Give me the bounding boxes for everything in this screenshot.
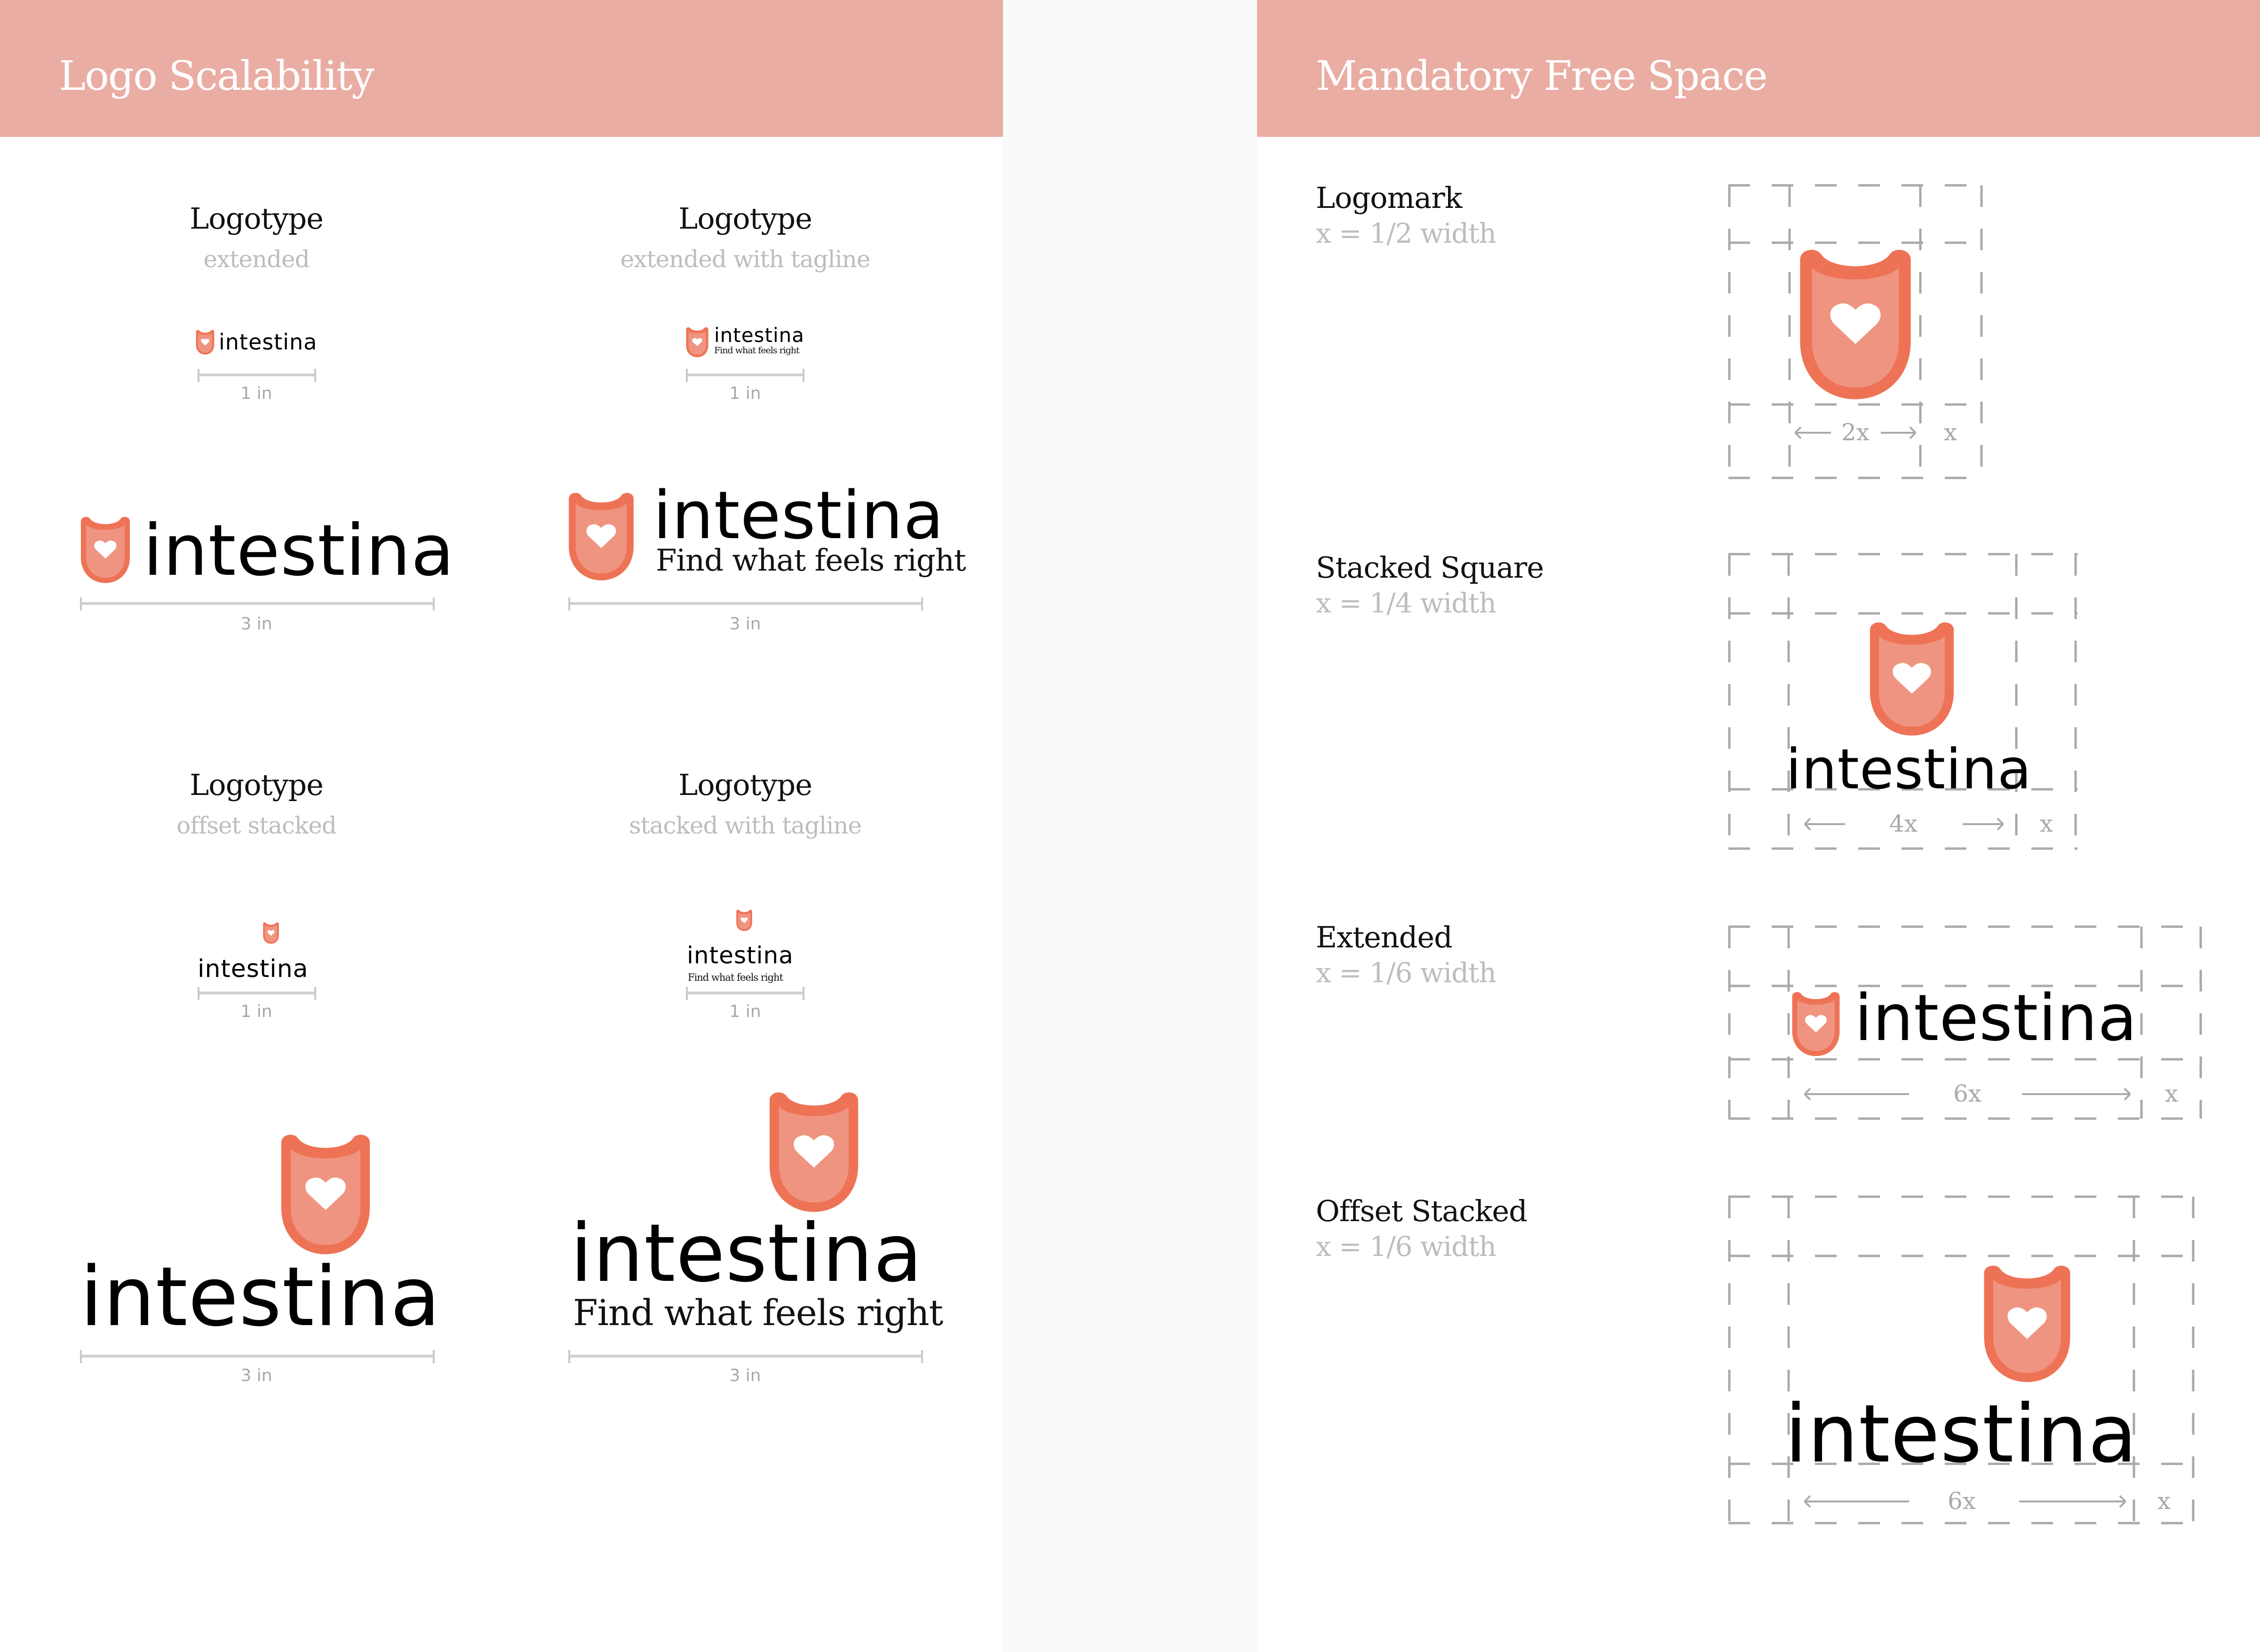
variant-title: Logotype xyxy=(190,768,324,802)
variant-subtitle: extended with tagline xyxy=(620,246,871,273)
mandatory-free-space-header: Mandatory Free Space xyxy=(1257,0,2260,137)
header-title: Mandatory Free Space xyxy=(1316,53,1768,100)
tagline: Find what feels right xyxy=(656,543,966,578)
tagline: Find what feels right xyxy=(573,1292,943,1334)
header-title: Logo Scalability xyxy=(59,53,374,100)
span-label: 6x xyxy=(1947,1487,1976,1515)
wordmark: intestina xyxy=(1785,1388,2138,1481)
shield-heart-icon xyxy=(1788,987,1844,1062)
logo-stacked-tagline-large: intestina Find what feels right xyxy=(568,1087,943,1350)
logo-stacked-tagline-small: intestina Find what feels right xyxy=(686,898,804,988)
offset-stacked-free-space-diagram: intestina 6x x xyxy=(1727,1195,2195,1525)
variant-subtitle: stacked with tagline xyxy=(629,812,862,839)
shield-heart-icon xyxy=(273,1129,378,1262)
wordmark: intestina xyxy=(219,329,318,355)
logo-scalability-panel: Logo Scalability Logotype extended intes… xyxy=(0,0,1003,1652)
shield-heart-icon xyxy=(76,513,135,588)
dimension-line xyxy=(198,369,316,382)
size-label: 1 in xyxy=(729,384,761,403)
shield-heart-icon xyxy=(684,326,710,359)
shield-heart-icon xyxy=(262,912,280,955)
shield-heart-icon xyxy=(735,898,754,943)
wordmark: intestina xyxy=(714,324,804,347)
span-label: 2x xyxy=(1841,419,1870,446)
variant-title: Logotype xyxy=(190,201,324,236)
rule-text: x = 1/4 width xyxy=(1316,587,1496,619)
dimension-line xyxy=(686,369,804,382)
dimension-line xyxy=(198,987,316,1000)
margin-label: x xyxy=(2165,1080,2179,1107)
span-label: 6x xyxy=(1953,1080,1982,1107)
rule-title: Offset Stacked xyxy=(1316,1194,1528,1228)
variant-title: Logotype xyxy=(678,201,812,236)
dimension-line xyxy=(568,1350,923,1363)
size-label: 1 in xyxy=(240,384,272,403)
margin-label: x xyxy=(2039,810,2053,837)
rule-text: x = 1/2 width xyxy=(1316,217,1496,249)
wordmark: intestina xyxy=(653,477,944,554)
shield-heart-icon xyxy=(761,1087,867,1219)
shield-heart-icon xyxy=(563,487,640,588)
rule-title: Logomark xyxy=(1316,181,1462,215)
size-label: 3 in xyxy=(729,614,761,634)
extended-free-space-diagram: intestina 6x x xyxy=(1727,925,2203,1120)
rule-title: Stacked Square xyxy=(1316,550,1544,585)
wordmark: intestina xyxy=(198,955,309,983)
stacked-square-free-space-diagram: intestina 4x x xyxy=(1727,552,2078,850)
shield-heart-icon xyxy=(1790,244,1921,407)
dimension-line xyxy=(80,1350,435,1363)
dimension-line xyxy=(686,987,804,1000)
rule-title: Extended xyxy=(1316,920,1453,954)
logo-scalability-header: Logo Scalability xyxy=(0,0,1003,137)
margin-label: x xyxy=(2157,1487,2171,1515)
size-label: 1 in xyxy=(729,1002,761,1021)
span-label: 4x xyxy=(1889,810,1918,837)
wordmark: intestina xyxy=(570,1207,923,1300)
tagline: Find what feels right xyxy=(688,972,783,983)
logo-offset-stacked-large: intestina xyxy=(80,1129,441,1345)
size-label: 1 in xyxy=(240,1002,272,1021)
size-label: 3 in xyxy=(240,1366,272,1385)
logomark-free-space-diagram: 2x x xyxy=(1727,183,1983,480)
rule-text: x = 1/6 width xyxy=(1316,1231,1496,1263)
mandatory-free-space-panel: Mandatory Free Space Logomark x = 1/2 wi… xyxy=(1257,0,2260,1652)
tagline: Find what feels right xyxy=(714,345,800,356)
wordmark: intestina xyxy=(143,510,455,592)
rule-text: x = 1/6 width xyxy=(1316,957,1496,989)
wordmark: intestina xyxy=(1854,981,2138,1056)
variant-subtitle: extended xyxy=(203,246,310,273)
size-label: 3 in xyxy=(240,614,272,634)
shield-heart-icon xyxy=(194,329,216,356)
size-label: 3 in xyxy=(729,1366,761,1385)
shield-heart-icon xyxy=(1976,1259,2078,1390)
logo-offset-stacked-small: intestina xyxy=(198,912,316,987)
dimension-line xyxy=(568,597,923,611)
wordmark: intestina xyxy=(687,942,794,969)
variant-title: Logotype xyxy=(678,768,812,802)
wordmark: intestina xyxy=(1786,737,2032,802)
shield-heart-icon xyxy=(1862,614,1962,745)
variant-subtitle: offset stacked xyxy=(176,812,337,839)
wordmark: intestina xyxy=(80,1249,441,1345)
dimension-line xyxy=(80,597,435,611)
margin-label: x xyxy=(1943,419,1958,446)
